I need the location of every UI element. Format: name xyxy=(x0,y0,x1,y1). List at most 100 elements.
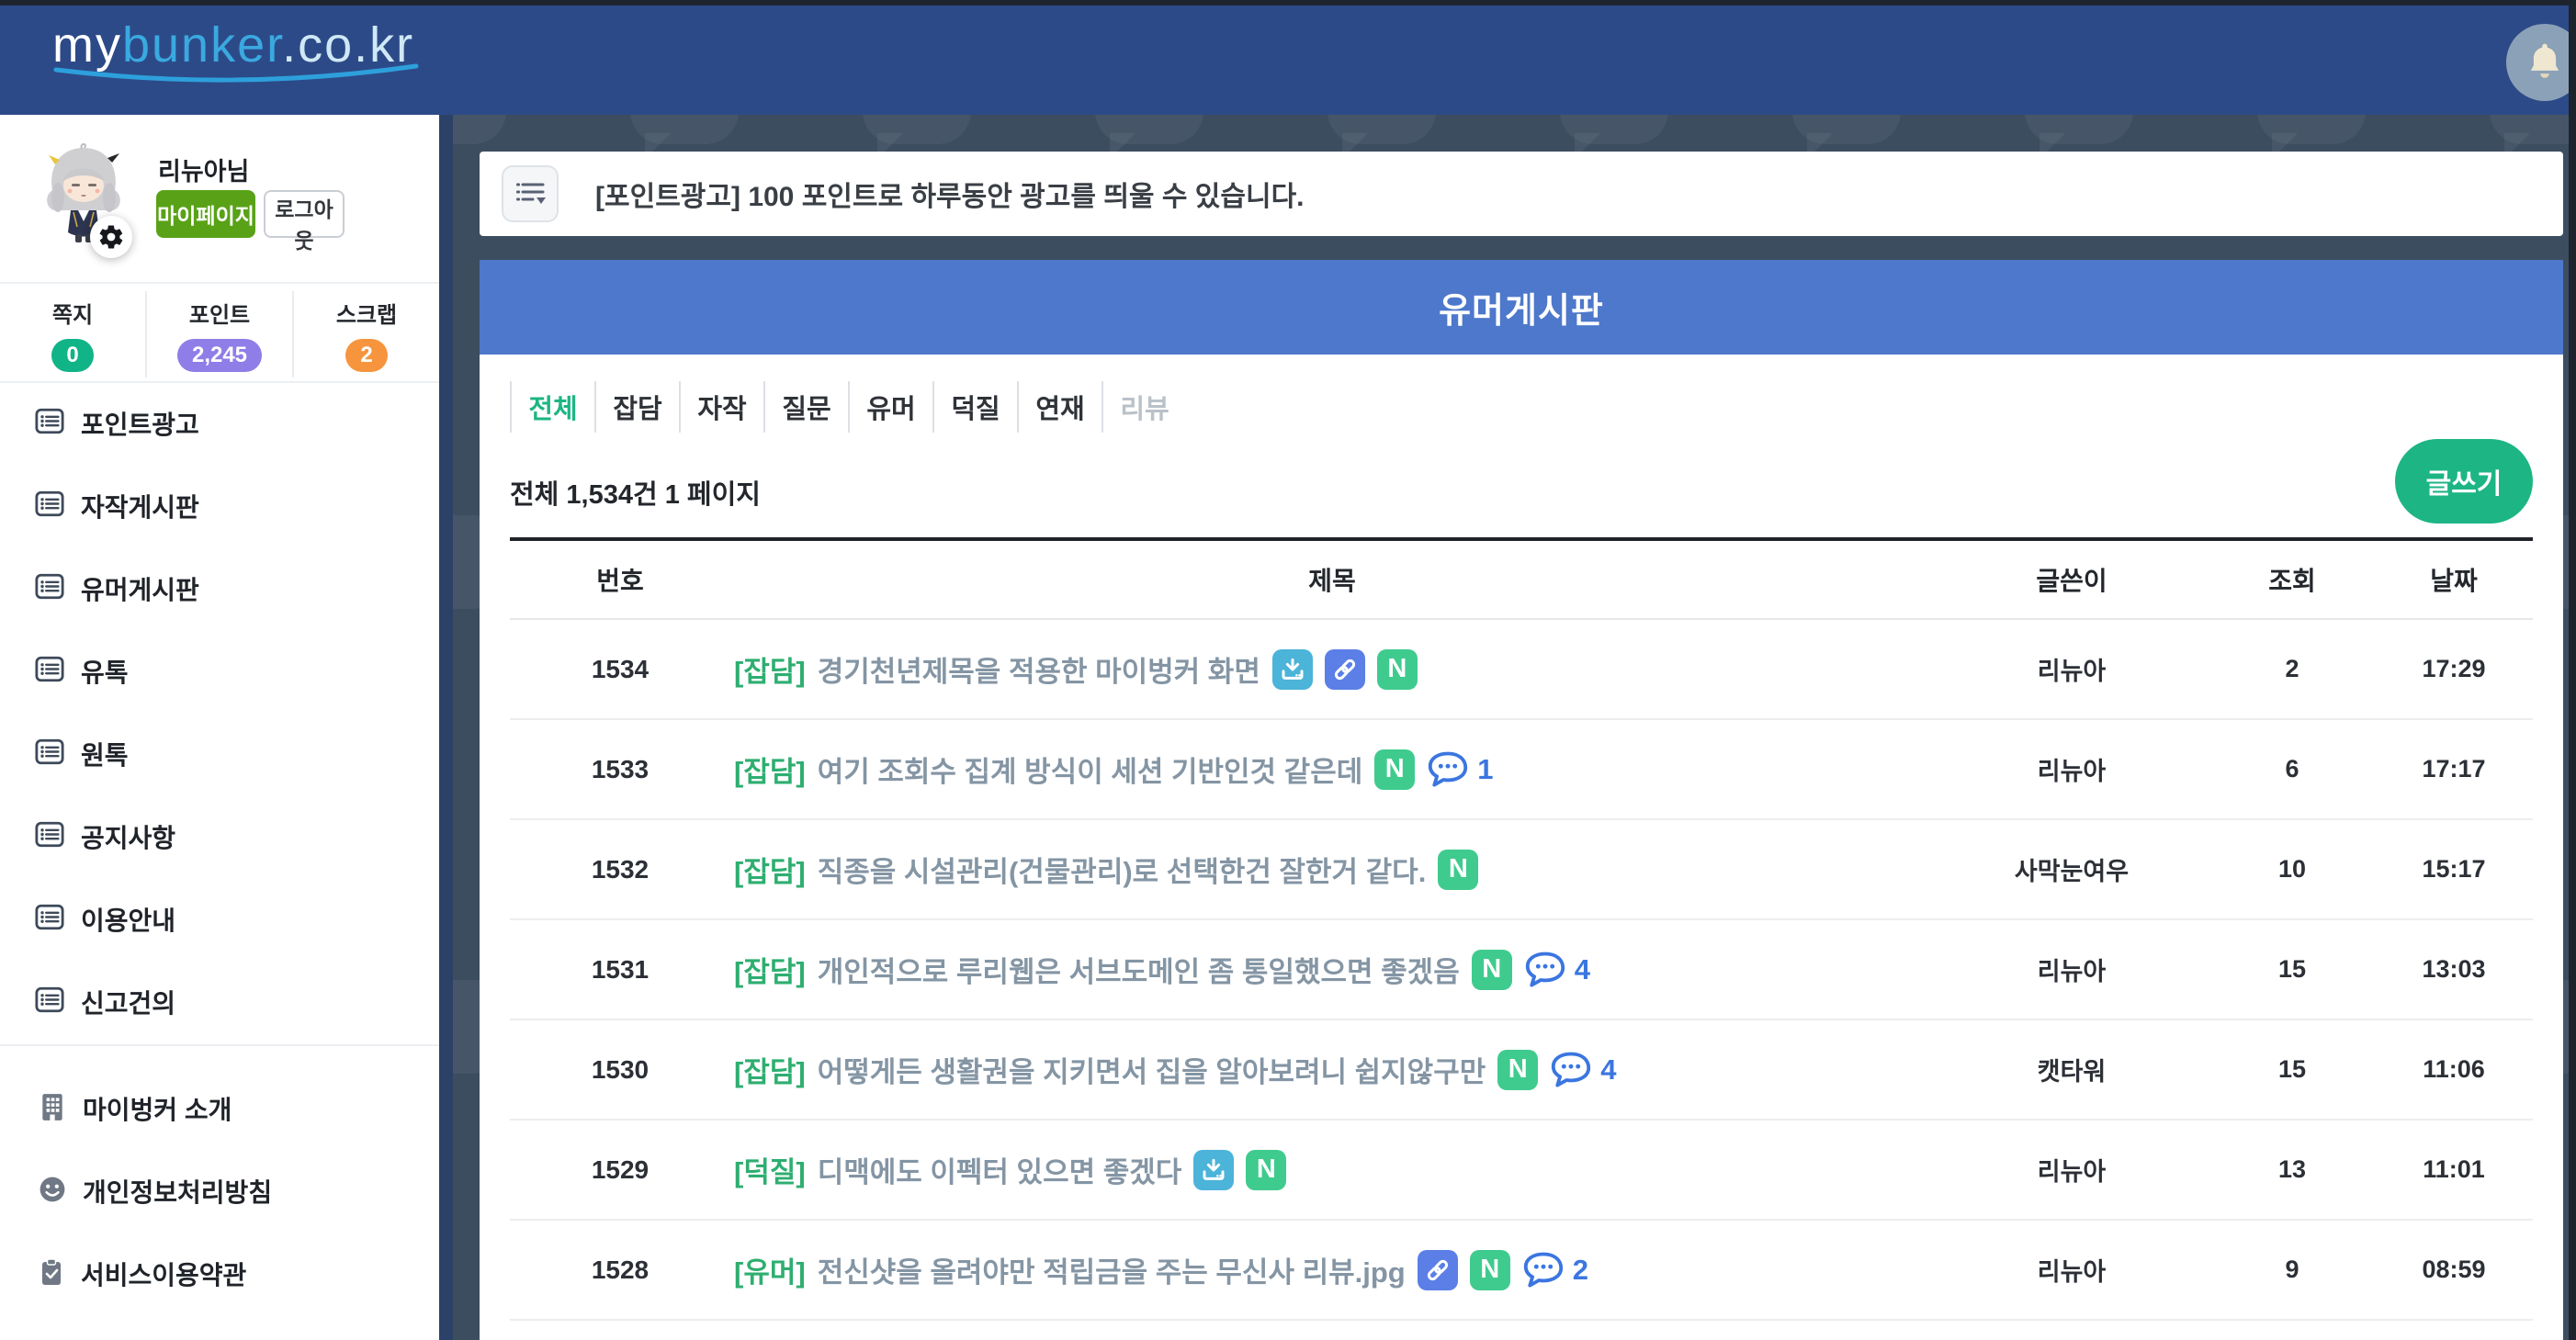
post-views: 10 xyxy=(2209,855,2375,884)
post-title-link[interactable]: [잡담]경기천년제목을 적용한 마이벙커 화면N xyxy=(730,648,1934,690)
post-views: 15 xyxy=(2209,1055,2375,1084)
sidebar-item[interactable]: 원톡 xyxy=(0,713,439,795)
sidebar-divider xyxy=(0,282,439,284)
tab-덕질[interactable]: 덕질 xyxy=(932,381,1017,433)
stat-item-scraps[interactable]: 스크랩2 xyxy=(292,291,439,377)
comment-count: 2 xyxy=(1573,1254,1588,1287)
post-title-link[interactable]: [잡담]어떻게든 생활권을 지키면서 집을 알아보려니 쉽지않구만N4 xyxy=(730,1049,1934,1090)
list-dropdown-icon xyxy=(513,178,548,209)
post-title-text: 직종을 시설관리(건물관리)로 선택한건 잘한거 같다. xyxy=(818,849,1427,890)
tab-잡담[interactable]: 잡담 xyxy=(594,381,679,433)
post-author[interactable]: 리뉴아 xyxy=(1934,751,2209,787)
table-body: 1534[잡담]경기천년제목을 적용한 마이벙커 화면N리뉴아217:29153… xyxy=(510,620,2533,1321)
stat-item-messages[interactable]: 쪽지0 xyxy=(0,291,145,377)
sidebar-footer-item[interactable]: 개인정보처리방침 xyxy=(0,1150,439,1233)
column-header: 날짜 xyxy=(2375,561,2533,598)
window-right-edge xyxy=(2569,0,2576,1340)
post-author[interactable]: 리뉴아 xyxy=(1934,1152,2209,1188)
site-logo[interactable]: mybunker.co.kr xyxy=(52,18,420,88)
post-date: 17:17 xyxy=(2375,755,2533,783)
column-header: 제목 xyxy=(730,561,1934,598)
post-title-link[interactable]: [덕질]디맥에도 이펙터 있으면 좋겠다N xyxy=(730,1149,1934,1190)
post-author[interactable]: 캣타워 xyxy=(1934,1052,2209,1087)
post-number: 1534 xyxy=(510,655,730,684)
board-title: 유머게시판 xyxy=(1439,282,1604,332)
sidebar-item[interactable]: 포인트광고 xyxy=(0,382,439,465)
sidebar-item-label: 원톡 xyxy=(81,736,129,772)
tab-전체[interactable]: 전체 xyxy=(510,381,594,433)
post-title-link[interactable]: [잡담]여기 조회수 집계 방식이 세션 기반인것 같은데N1 xyxy=(730,749,1934,790)
building-icon xyxy=(39,1092,66,1126)
comment-bubble-icon xyxy=(1427,750,1469,789)
post-author[interactable]: 사막눈여우 xyxy=(1934,851,2209,887)
notification-bell-button[interactable] xyxy=(2506,24,2576,101)
sidebar-item[interactable]: 유톡 xyxy=(0,630,439,713)
stat-item-points[interactable]: 포인트2,245 xyxy=(145,291,292,377)
mypage-button[interactable]: 마이페이지 xyxy=(156,190,255,238)
user-stats-row: 쪽지0포인트2,245스크랩2 xyxy=(0,291,439,377)
list-icon xyxy=(35,738,64,765)
post-row: 1531[잡담]개인적으로 루리웹은 서브도메인 좀 통일했으면 좋겠음N4리뉴… xyxy=(510,920,2533,1020)
bubble-pattern-shape xyxy=(1328,115,1436,144)
sidebar-footer-label: 서비스이용약관 xyxy=(81,1256,246,1292)
post-author[interactable]: 리뉴아 xyxy=(1934,651,2209,687)
column-header: 번호 xyxy=(510,561,730,598)
column-header: 글쓴이 xyxy=(1934,561,2209,598)
sidebar-item[interactable]: 공지사항 xyxy=(0,795,439,878)
bubble-pattern-shape xyxy=(630,115,739,144)
post-views: 2 xyxy=(2209,655,2375,683)
post-number: 1528 xyxy=(510,1256,730,1285)
post-title-link[interactable]: [잡담]개인적으로 루리웹은 서브도메인 좀 통일했으면 좋겠음N4 xyxy=(730,949,1934,990)
post-date: 17:29 xyxy=(2375,655,2533,683)
tab-리뷰[interactable]: 리뷰 xyxy=(1102,381,1186,433)
post-title-text: 어떻게든 생활권을 지키면서 집을 알아보려니 쉽지않구만 xyxy=(818,1049,1486,1090)
sidebar-item[interactable]: 이용안내 xyxy=(0,878,439,961)
post-title-text: 여기 조회수 집계 방식이 세션 기반인것 같은데 xyxy=(818,749,1363,790)
board-list-icon xyxy=(35,656,64,687)
link-badge xyxy=(1418,1250,1458,1290)
bubble-pattern-shape xyxy=(453,115,506,144)
sidebar-footer-item[interactable]: 서비스이용약관 xyxy=(0,1233,439,1315)
list-icon xyxy=(35,490,64,517)
post-author[interactable]: 리뉴아 xyxy=(1934,952,2209,987)
sidebar-item-label: 유머게시판 xyxy=(81,570,199,607)
notice-list-icon-button[interactable] xyxy=(502,165,559,222)
sidebar-item[interactable]: 자작게시판 xyxy=(0,465,439,547)
write-post-button[interactable]: 글쓰기 xyxy=(2395,439,2533,524)
bubble-pattern-shape xyxy=(2490,115,2569,144)
sidebar-item[interactable]: 신고건의 xyxy=(0,961,439,1043)
profile-settings-button[interactable] xyxy=(90,216,132,258)
download-icon xyxy=(1200,1156,1227,1184)
sidebar-footer-label: 개인정보처리방침 xyxy=(83,1173,272,1210)
sidebar-item[interactable]: 유머게시판 xyxy=(0,547,439,630)
new-post-badge: N xyxy=(1246,1150,1286,1190)
logout-button[interactable]: 로그아웃 xyxy=(264,190,345,238)
post-category: [덕질] xyxy=(734,1149,806,1190)
sidebar-footer-item[interactable]: 마이벙커 소개 xyxy=(0,1067,439,1150)
tab-연재[interactable]: 연재 xyxy=(1017,381,1102,433)
post-row: 1530[잡담]어떻게든 생활권을 지키면서 집을 알아보려니 쉽지않구만N4캣… xyxy=(510,1020,2533,1120)
download-badge xyxy=(1193,1150,1234,1190)
board-list-icon xyxy=(35,821,64,852)
comment-indicator: 4 xyxy=(1550,1051,1616,1089)
comment-bubble-icon xyxy=(1524,951,1566,989)
tab-자작[interactable]: 자작 xyxy=(679,381,763,433)
bubble-pattern-shape xyxy=(2257,115,2366,144)
comment-indicator: 1 xyxy=(1427,750,1493,789)
sidebar-divider xyxy=(0,1044,439,1046)
notice-banner[interactable]: [포인트광고] 100 포인트로 하루동안 광고를 띄울 수 있습니다. xyxy=(480,152,2563,236)
smiley-icon xyxy=(39,1176,66,1203)
post-title-link[interactable]: [잡담]직종을 시설관리(건물관리)로 선택한건 잘한거 같다.N xyxy=(730,849,1934,890)
post-row: 1534[잡담]경기천년제목을 적용한 마이벙커 화면N리뉴아217:29 xyxy=(510,620,2533,720)
tab-질문[interactable]: 질문 xyxy=(763,381,848,433)
post-author[interactable]: 리뉴아 xyxy=(1934,1252,2209,1288)
post-number: 1533 xyxy=(510,755,730,784)
post-date: 11:01 xyxy=(2375,1155,2533,1184)
sidebar: 리뉴아님 마이페이지 로그아웃 쪽지0포인트2,245스크랩2 포인트광고자작게… xyxy=(0,115,439,1340)
download-icon xyxy=(1279,656,1306,683)
post-title-link[interactable]: [유머]전신샷을 올려야만 적립금을 주는 무신사 리뷰.jpgN2 xyxy=(730,1249,1934,1290)
sidebar-item-label: 유톡 xyxy=(81,653,129,690)
list-icon xyxy=(35,408,64,434)
building-icon xyxy=(39,1092,66,1121)
tab-유머[interactable]: 유머 xyxy=(848,381,932,433)
